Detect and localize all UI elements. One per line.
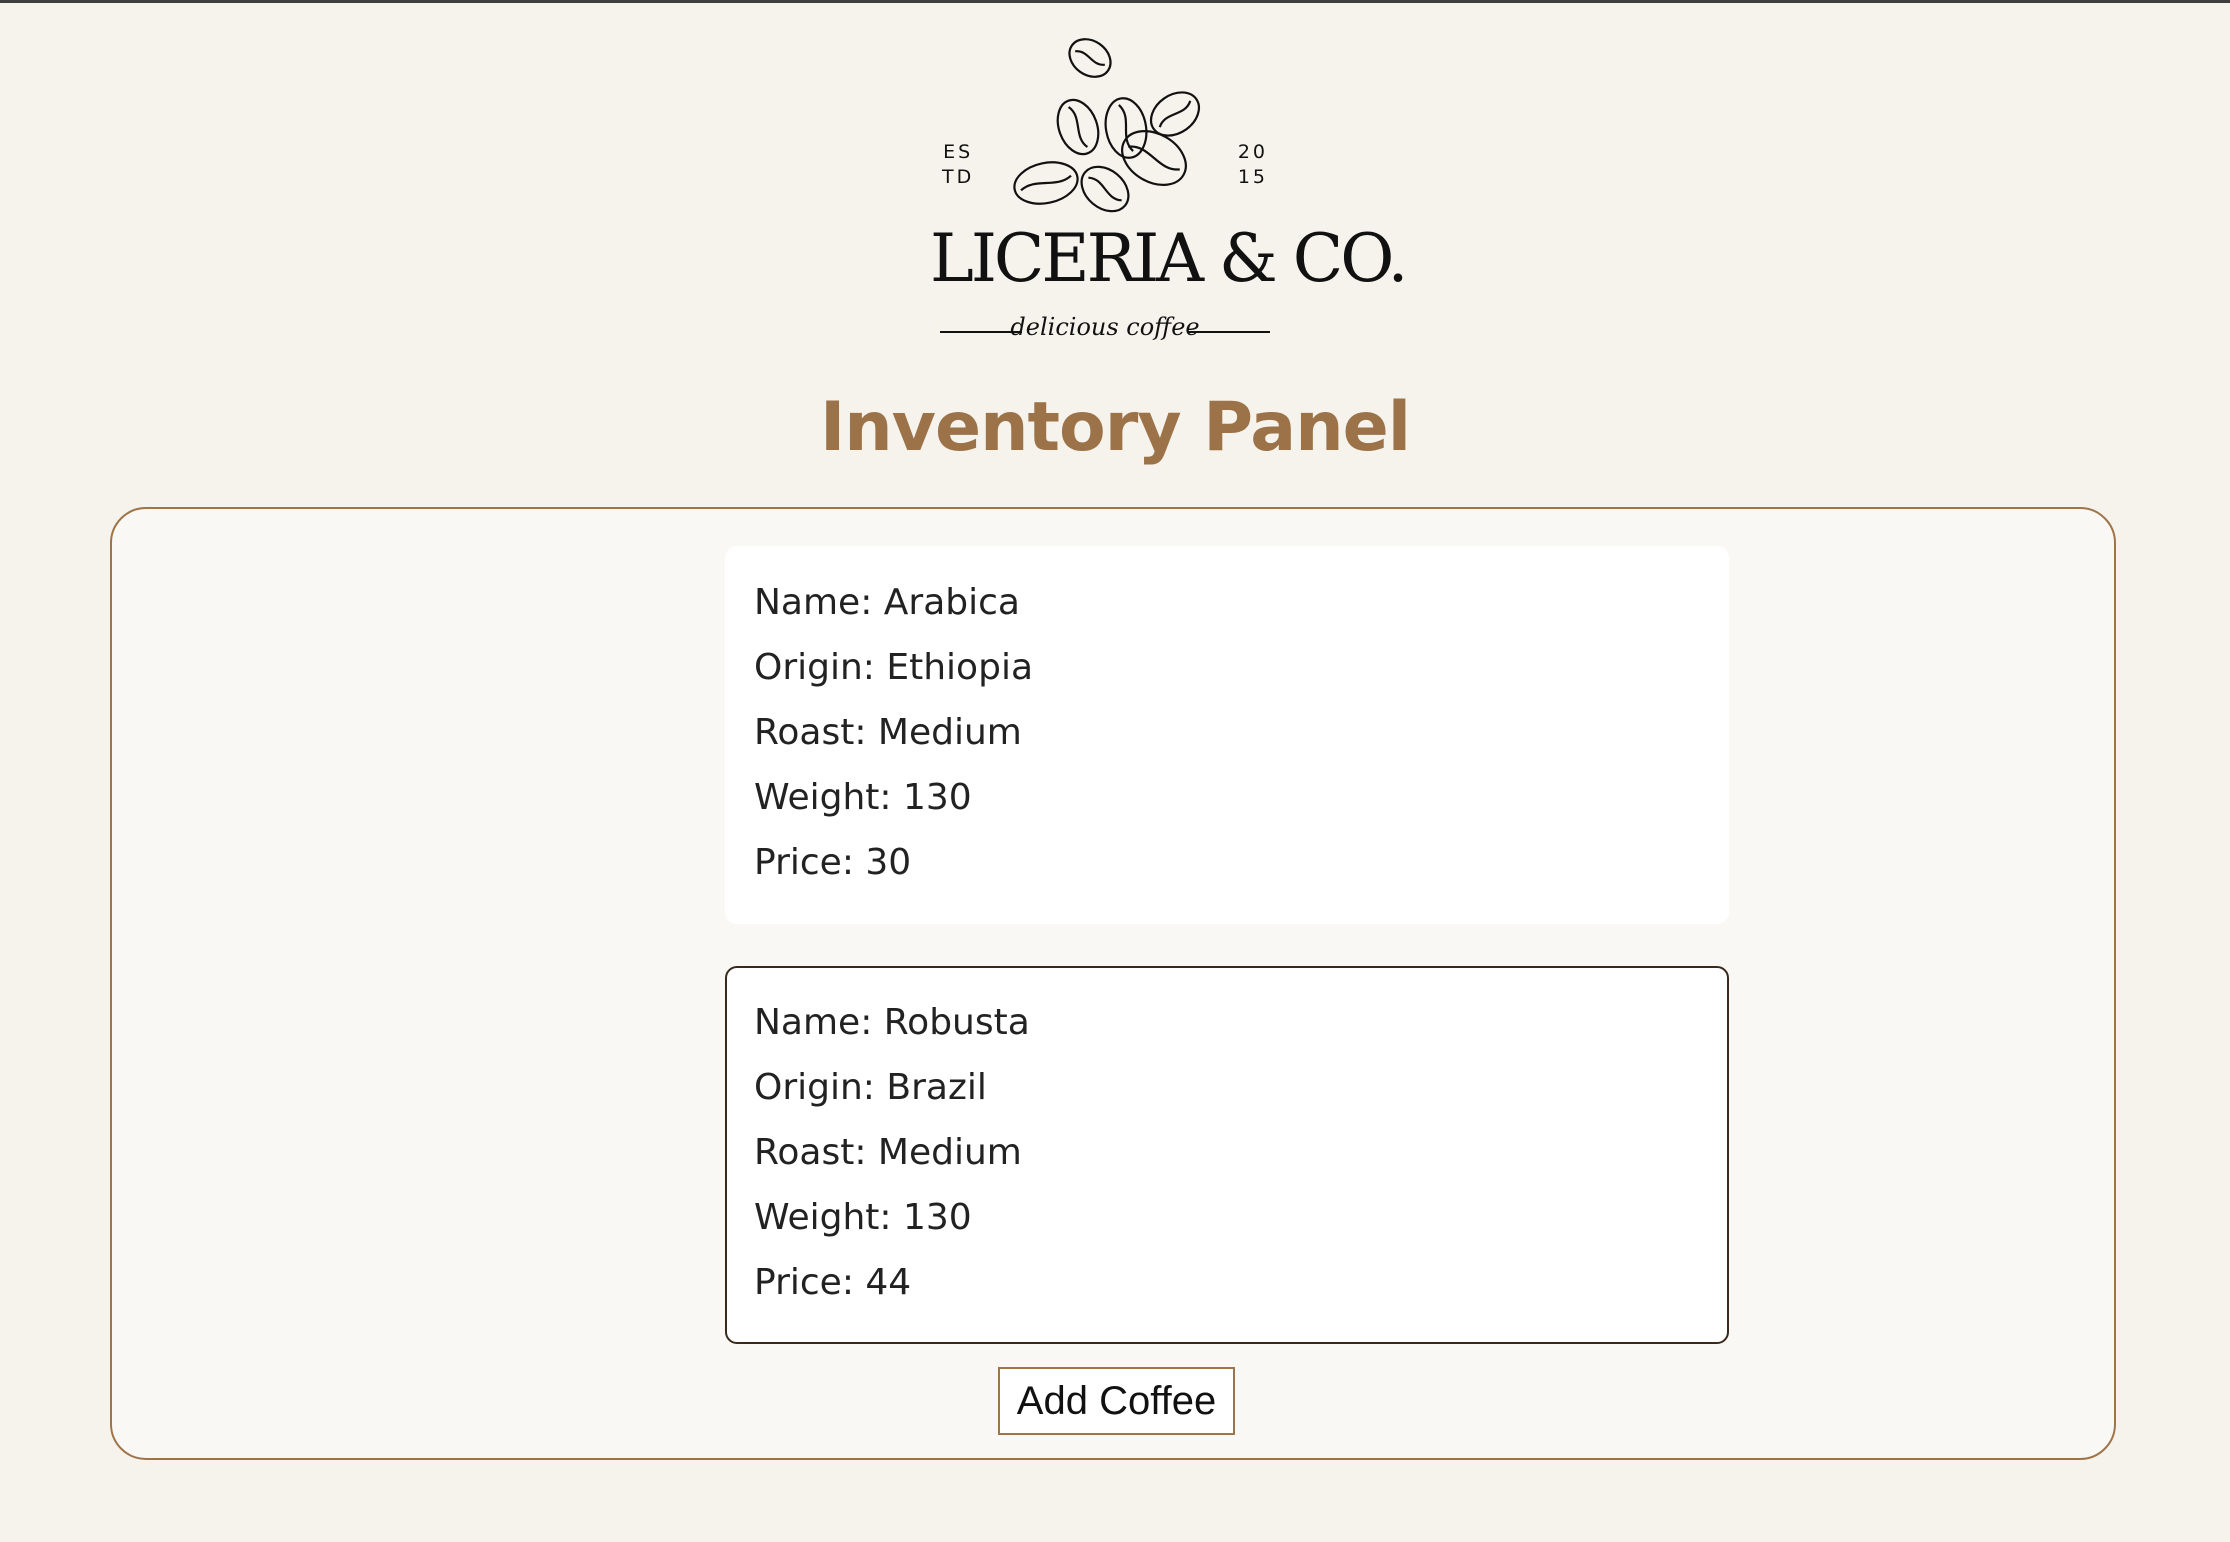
coffee-origin: Origin: Brazil — [754, 1067, 987, 1108]
brand-tagline: delicious coffee — [1010, 313, 1200, 341]
coffee-name: Name: Robusta — [754, 1002, 1030, 1043]
established-label-line: TD — [942, 166, 975, 188]
inventory-panel: Name: Arabica Origin: Ethiopia Roast: Me… — [110, 507, 2116, 1460]
coffee-roast: Roast: Medium — [754, 1132, 1022, 1173]
page-title: Inventory Panel — [819, 388, 1411, 467]
coffee-card[interactable]: Name: Arabica Origin: Ethiopia Roast: Me… — [725, 546, 1729, 924]
brand-logo: ES TD 20 15 LICERIA & CO. delicious coff… — [930, 24, 1408, 342]
tagline-divider-right — [1188, 331, 1270, 333]
established-year: 20 15 — [1238, 140, 1268, 190]
brand-name: LICERIA & CO. — [930, 220, 1408, 297]
coffee-origin: Origin: Ethiopia — [754, 647, 1033, 688]
established-label-line: ES — [943, 141, 974, 163]
coffee-weight: Weight: 130 — [754, 1197, 972, 1238]
coffee-weight: Weight: 130 — [754, 777, 972, 818]
established-year-line: 20 — [1237, 141, 1268, 163]
established-year-line: 15 — [1237, 166, 1268, 188]
add-coffee-button[interactable]: Add Coffee — [998, 1367, 1235, 1435]
coffee-card-selected[interactable]: Name: Robusta Origin: Brazil Roast: Medi… — [725, 966, 1729, 1344]
coffee-name: Name: Arabica — [754, 582, 1020, 623]
coffee-price: Price: 44 — [754, 1262, 912, 1303]
coffee-price: Price: 30 — [754, 842, 912, 883]
coffee-roast: Roast: Medium — [754, 712, 1022, 753]
established-label: ES TD — [942, 140, 974, 190]
window-top-border — [0, 0, 2230, 3]
